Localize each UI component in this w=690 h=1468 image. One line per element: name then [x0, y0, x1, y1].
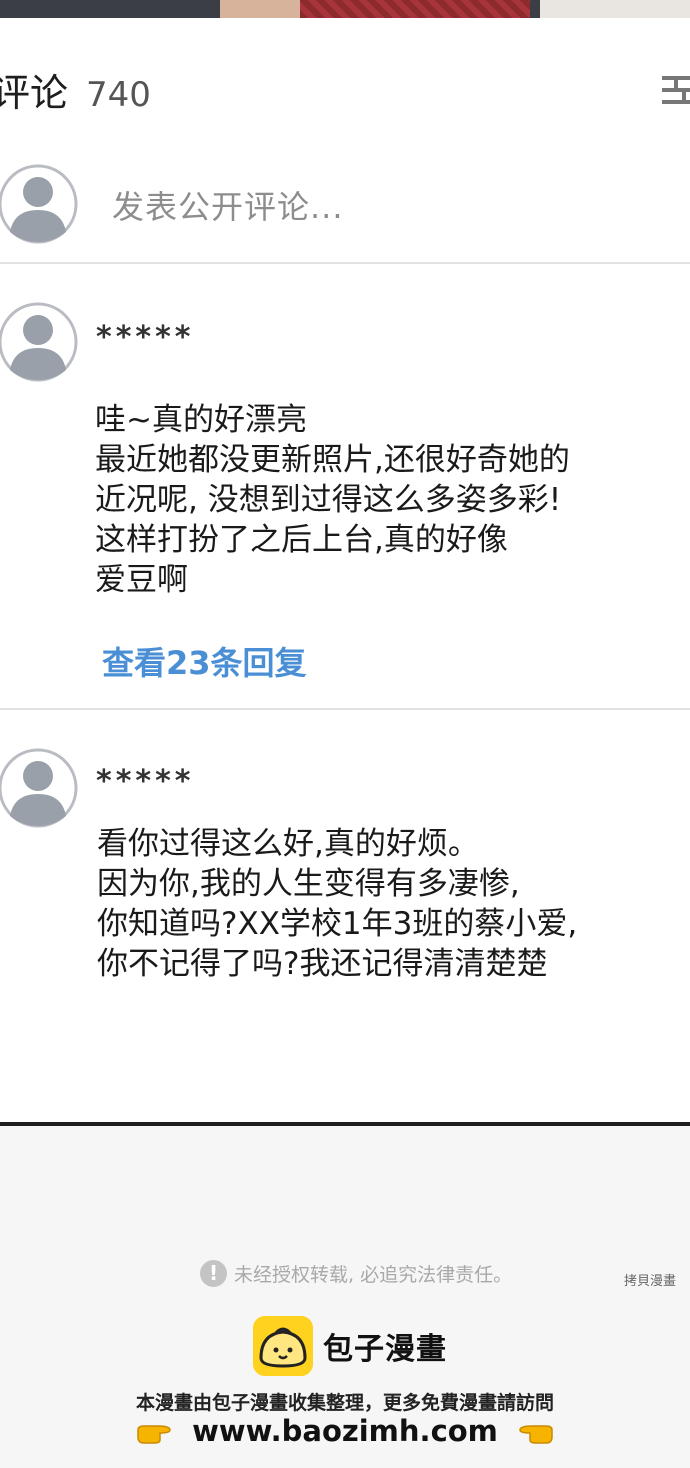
- commenter-avatar-icon[interactable]: [0, 298, 78, 386]
- exclamation-icon: !: [200, 1259, 227, 1287]
- comment-author: *****: [96, 320, 195, 355]
- comment-line: 哇~真的好漂亮: [95, 402, 307, 438]
- comment-text: 哇~真的好漂亮 最近她都没更新照片,还很好奇她的 近况呢, 没想到过得这么多姿多…: [95, 400, 570, 600]
- comment-line: 近况呢, 没想到过得这么多姿多彩!: [95, 482, 562, 518]
- view-replies-link[interactable]: 查看23条回复: [102, 638, 307, 684]
- comment-line: 最近她都没更新照片,还很好奇她的: [95, 442, 570, 478]
- image-shirt: [300, 0, 530, 18]
- comment-line: 看你过得这么好,真的好烦。: [97, 826, 479, 862]
- footer-url-row[interactable]: www.baozimh.com: [0, 1414, 690, 1448]
- footer-tagline: 本漫畫由包子漫畫收集整理，更多免費漫畫請訪問: [135, 1392, 554, 1414]
- divider: [0, 262, 690, 264]
- brand[interactable]: 包子漫畫: [253, 1316, 447, 1376]
- comment-line: 你知道吗?XX学校1年3班的蔡小爱,: [97, 906, 578, 942]
- comment-text: 看你过得这么好,真的好烦。 因为你,我的人生变得有多凄惨, 你知道吗?XX学校1…: [97, 824, 577, 984]
- pointing-hand-icon: [137, 1425, 171, 1444]
- comments-count: 740: [86, 75, 151, 115]
- commenter-avatar-icon[interactable]: [0, 744, 78, 832]
- image-wall: [540, 0, 690, 18]
- comment-author: *****: [96, 764, 195, 799]
- user-avatar-icon[interactable]: [0, 160, 78, 248]
- comments-header: 评论 740: [0, 62, 151, 122]
- webtoon-image-strip: [0, 0, 690, 18]
- copyright-notice: ! 未经授权转载, 必追究法律责任。: [200, 1258, 512, 1288]
- sort-icon[interactable]: [660, 72, 690, 112]
- site-url[interactable]: www.baozimh.com: [192, 1414, 498, 1448]
- pointing-hand-icon: [519, 1425, 553, 1444]
- comments-title: 评论: [0, 71, 69, 115]
- watermark: 拷貝漫畫: [624, 1274, 677, 1289]
- comment-line: 这样打扮了之后上台,真的好像: [95, 522, 508, 558]
- bun-logo-icon: [253, 1316, 313, 1376]
- comment-line: 爱豆啊: [95, 562, 188, 598]
- comment-line: 因为你,我的人生变得有多凄惨,: [97, 866, 520, 902]
- comment-input[interactable]: 发表公开评论...: [112, 182, 344, 228]
- brand-name: 包子漫畫: [323, 1332, 447, 1367]
- notice-text: 未经授权转载, 必追究法律责任。: [234, 1263, 513, 1286]
- comment-line: 你不记得了吗?我还记得清清楚楚: [97, 946, 548, 982]
- divider: [0, 708, 690, 710]
